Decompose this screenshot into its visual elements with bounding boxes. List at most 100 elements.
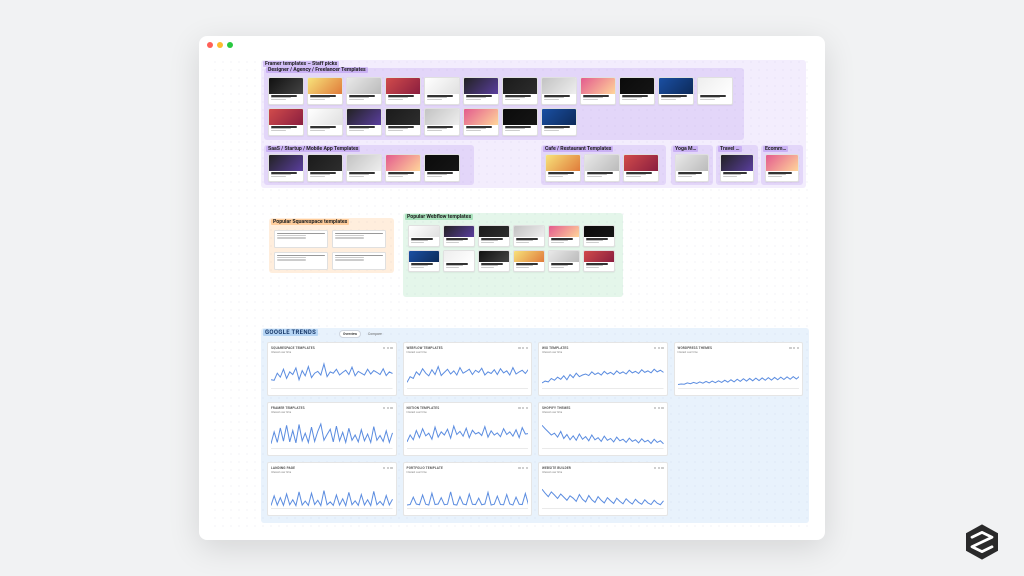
trends-panel[interactable]: FRAMER TEMPLATESInterest over time: [267, 402, 397, 456]
trends-panel[interactable]: SQUARESPACE TEMPLATESInterest over time: [267, 342, 397, 396]
panel-title: WEBFLOW TEMPLATES: [407, 346, 443, 350]
panel-controls[interactable]: [654, 467, 664, 469]
template-card[interactable]: [424, 77, 460, 105]
template-card[interactable]: [463, 77, 499, 105]
tab-compare[interactable]: Compare: [365, 331, 385, 337]
template-card[interactable]: [346, 77, 382, 105]
template-card[interactable]: [548, 225, 580, 247]
template-card[interactable]: [658, 77, 694, 105]
template-card[interactable]: [548, 250, 580, 272]
template-card[interactable]: [623, 154, 659, 182]
template-card[interactable]: [385, 108, 421, 136]
template-card[interactable]: [307, 154, 343, 182]
group-ecom[interactable]: Ecomm…: [761, 145, 803, 185]
template-card[interactable]: [346, 108, 382, 136]
template-card[interactable]: [545, 154, 581, 182]
template-card[interactable]: [463, 108, 499, 136]
tab-overview[interactable]: Overview: [339, 330, 361, 338]
template-card[interactable]: [541, 77, 577, 105]
template-card[interactable]: [765, 154, 799, 182]
template-card[interactable]: [268, 77, 304, 105]
canvas[interactable]: Framer templates – Staff picks Designer …: [211, 58, 813, 528]
template-card[interactable]: [502, 77, 538, 105]
panel-controls[interactable]: [383, 407, 393, 409]
panel-controls[interactable]: [383, 467, 393, 469]
brand-logo-icon: [962, 522, 1002, 562]
group-squarespace[interactable]: Popular Squarespace templates: [269, 218, 394, 273]
panel-controls[interactable]: [654, 347, 664, 349]
template-card[interactable]: [268, 154, 304, 182]
template-card[interactable]: [424, 154, 460, 182]
group-saas[interactable]: SaaS / Startup / Mobile App Templates: [264, 145, 474, 185]
trends-panel[interactable]: LANDING PAGEInterest over time: [267, 462, 397, 516]
template-card[interactable]: [268, 108, 304, 136]
trends-panel[interactable]: WEBFLOW TEMPLATESInterest over time: [403, 342, 533, 396]
panel-subtitle: Interest over time: [542, 411, 664, 414]
template-card[interactable]: [513, 250, 545, 272]
template-card[interactable]: [697, 77, 733, 105]
panel-title: WIX TEMPLATES: [542, 346, 568, 350]
group-webflow[interactable]: Popular Webflow templates: [403, 213, 623, 297]
panel-controls[interactable]: [518, 407, 528, 409]
template-card[interactable]: [385, 77, 421, 105]
panel-title: SHOPIFY THEMES: [542, 406, 571, 410]
template-card[interactable]: [443, 225, 475, 247]
template-card[interactable]: [583, 250, 615, 272]
template-card[interactable]: [720, 154, 754, 182]
group-yoga[interactable]: Yoga M…: [671, 145, 713, 185]
template-card[interactable]: [332, 252, 386, 270]
group-framer-staff-picks[interactable]: Framer templates – Staff picks Designer …: [261, 60, 806, 188]
template-card[interactable]: [478, 250, 510, 272]
template-card[interactable]: [478, 225, 510, 247]
panel-subtitle: Interest over time: [407, 411, 529, 414]
template-card[interactable]: [408, 225, 440, 247]
template-card[interactable]: [541, 108, 577, 136]
template-card[interactable]: [584, 154, 620, 182]
template-card[interactable]: [583, 225, 615, 247]
panel-controls[interactable]: [518, 347, 528, 349]
trends-panel[interactable]: SHOPIFY THEMESInterest over time: [538, 402, 668, 456]
window-zoom-icon[interactable]: [227, 42, 233, 48]
panel-subtitle: Interest over time: [271, 471, 393, 474]
template-card[interactable]: [408, 250, 440, 272]
panel-title: WORDPRESS THEMES: [678, 346, 713, 350]
group-designer-agency[interactable]: Designer / Agency / Freelancer Templates: [264, 68, 744, 140]
template-card[interactable]: [307, 77, 343, 105]
trends-panel[interactable]: PORTFOLIO TEMPLATEInterest over time: [403, 462, 533, 516]
template-card[interactable]: [513, 225, 545, 247]
window-minimize-icon[interactable]: [217, 42, 223, 48]
panel-controls[interactable]: [654, 407, 664, 409]
template-card[interactable]: [502, 108, 538, 136]
trends-panel[interactable]: WEBSITE BUILDERInterest over time: [538, 462, 668, 516]
group-travel[interactable]: Travel …: [716, 145, 758, 185]
template-card[interactable]: [307, 108, 343, 136]
trends-panel[interactable]: NOTION TEMPLATESInterest over time: [403, 402, 533, 456]
template-card[interactable]: [274, 230, 328, 248]
trends-panel[interactable]: WIX TEMPLATESInterest over time: [538, 342, 668, 396]
template-card[interactable]: [385, 154, 421, 182]
template-card[interactable]: [580, 77, 616, 105]
panel-subtitle: Interest over time: [542, 351, 664, 354]
panel-controls[interactable]: [383, 347, 393, 349]
panel-subtitle: Interest over time: [407, 471, 529, 474]
panel-subtitle: Interest over time: [407, 351, 529, 354]
panel-controls[interactable]: [789, 347, 799, 349]
app-window: Framer templates – Staff picks Designer …: [199, 36, 825, 540]
panel-title: PORTFOLIO TEMPLATE: [407, 466, 443, 470]
panel-title: LANDING PAGE: [271, 466, 295, 470]
group-cafe[interactable]: Cafe / Restaurant Templates: [541, 145, 666, 185]
template-card[interactable]: [424, 108, 460, 136]
template-card[interactable]: [619, 77, 655, 105]
panel-subtitle: Interest over time: [271, 351, 393, 354]
trends-panel[interactable]: WORDPRESS THEMESInterest over time: [674, 342, 804, 396]
panel-title: WEBSITE BUILDER: [542, 466, 571, 470]
group-google-trends[interactable]: GOOGLE TRENDS Overview Compare SQUARESPA…: [261, 328, 809, 523]
panel-controls[interactable]: [518, 467, 528, 469]
template-card[interactable]: [675, 154, 709, 182]
template-card[interactable]: [443, 250, 475, 272]
template-card[interactable]: [346, 154, 382, 182]
template-card[interactable]: [274, 252, 328, 270]
window-close-icon[interactable]: [207, 42, 213, 48]
window-titlebar: [199, 36, 825, 54]
template-card[interactable]: [332, 230, 386, 248]
